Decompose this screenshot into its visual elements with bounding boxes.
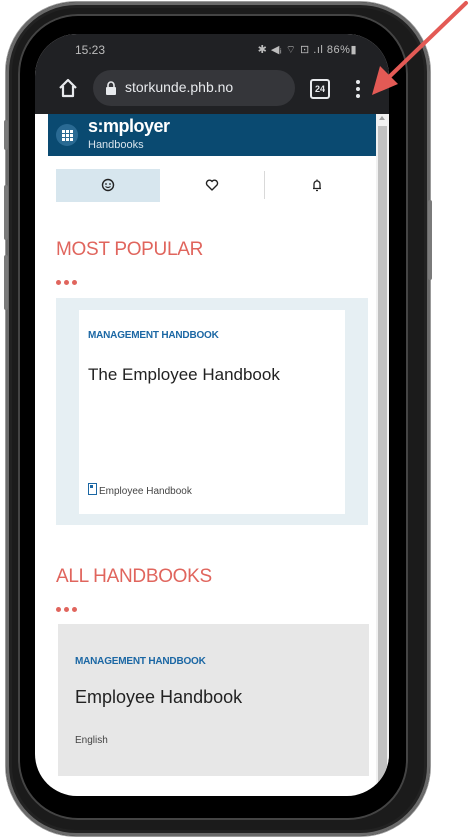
most-popular-heading: MOST POPULAR <box>56 239 204 260</box>
card-category: MANAGEMENT HANDBOOK <box>75 656 206 667</box>
handbook-list-item[interactable]: MANAGEMENT HANDBOOK Employee Handbook En… <box>58 624 369 776</box>
book-icon <box>88 483 97 495</box>
scrollbar-thumb[interactable] <box>378 126 387 782</box>
card-language: English <box>75 735 108 746</box>
url-text: storkunde.phb.no <box>125 79 234 95</box>
heart-icon <box>205 179 219 191</box>
apps-grid-icon[interactable] <box>56 124 78 146</box>
app-header: s:mployer Handbooks <box>48 114 379 156</box>
card-title: Employee Handbook <box>75 687 243 707</box>
card-title: The Employee Handbook <box>88 365 280 384</box>
status-indicators: ✱ ◀ᵢ ⌔ ⊡ .ıl 86%▮ <box>257 44 357 56</box>
annotation-arrow-icon <box>372 1 468 95</box>
phone-screen: 15:23 ✱ ◀ᵢ ⌔ ⊡ .ıl 86%▮ storkunde.phb.no… <box>35 34 389 796</box>
card-category: MANAGEMENT HANDBOOK <box>88 330 219 341</box>
status-time: 15:23 <box>75 43 106 57</box>
address-bar[interactable]: storkunde.phb.no <box>93 70 295 106</box>
home-icon[interactable] <box>57 77 79 99</box>
tab-switcher-button[interactable]: 24 <box>310 79 330 99</box>
phone-volume-up-button <box>4 185 8 240</box>
smiley-icon <box>101 178 115 192</box>
app-subtitle: Handbooks <box>88 139 144 151</box>
most-popular-dots <box>56 272 86 285</box>
bell-icon <box>313 179 321 192</box>
tab-popular[interactable] <box>56 169 160 202</box>
filter-tabs <box>56 169 356 202</box>
card-footer-label: Employee Handbook <box>99 486 192 497</box>
card-footer: Employee Handbook <box>88 483 192 497</box>
brand-logo[interactable]: s:mployer <box>88 116 170 137</box>
tab-favorites[interactable] <box>160 169 264 202</box>
all-handbooks-dots <box>56 599 86 612</box>
all-handbooks-heading: ALL HANDBOOKS <box>56 566 212 587</box>
scroll-up-arrow-icon[interactable] <box>379 116 385 120</box>
lock-icon <box>106 81 116 95</box>
phone-side-button <box>4 120 8 150</box>
phone-power-button <box>428 200 432 280</box>
phone-volume-down-button <box>4 255 8 310</box>
tab-notifications[interactable] <box>265 169 369 202</box>
browser-chrome: 15:23 ✱ ◀ᵢ ⌔ ⊡ .ıl 86%▮ storkunde.phb.no… <box>35 34 389 114</box>
popular-handbook-card[interactable]: MANAGEMENT HANDBOOK The Employee Handboo… <box>79 310 345 514</box>
